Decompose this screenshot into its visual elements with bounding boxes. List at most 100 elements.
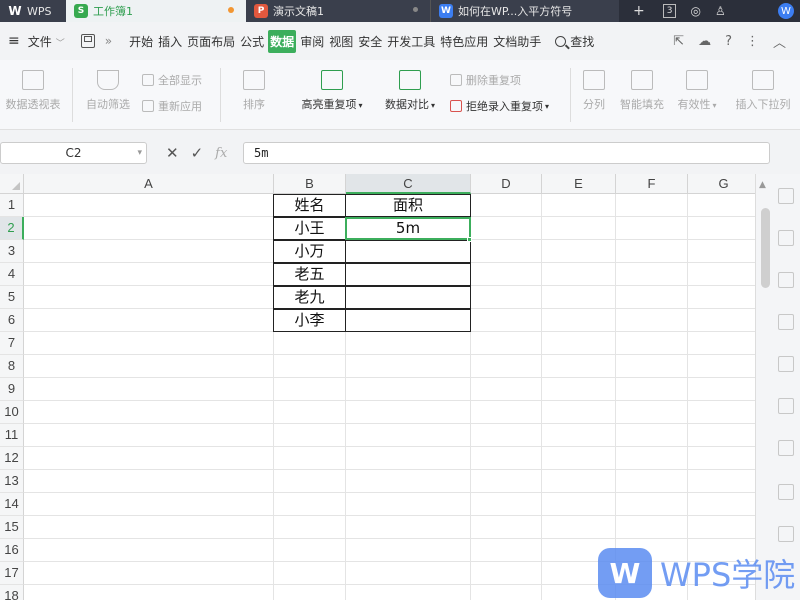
tab-features[interactable]: 特色应用 — [439, 30, 489, 53]
skin-icon[interactable]: ◎ — [690, 4, 700, 18]
history-icon[interactable] — [778, 440, 794, 456]
confirm-icon[interactable]: ✓ — [191, 144, 204, 162]
help-icon[interactable]: ? — [725, 34, 732, 49]
formula-input[interactable]: 5m — [243, 142, 770, 164]
tab-data[interactable]: 数据 — [268, 30, 296, 53]
table-header-area[interactable]: 面积 — [345, 194, 471, 217]
pivot-table-button[interactable]: 数据透视表 — [2, 70, 64, 112]
shirt-icon[interactable]: ♙ — [715, 4, 726, 18]
row-header[interactable]: 5 — [0, 286, 24, 309]
row-header[interactable]: 13 — [0, 470, 24, 493]
insert-dropdown-button[interactable]: 插入下拉列 — [728, 70, 798, 112]
picture-icon[interactable] — [778, 526, 794, 542]
reject-duplicates-button[interactable]: 拒绝录入重复项▾ — [450, 98, 549, 114]
tab-insert[interactable]: 插入 — [157, 30, 183, 53]
delete-duplicates-button[interactable]: 删除重复项 — [450, 72, 521, 88]
tab-wps[interactable]: W WPS — [0, 0, 66, 22]
name-box[interactable]: C2 ▾ — [0, 142, 147, 164]
menu-hamburger-icon[interactable]: ≡ — [6, 33, 22, 49]
tab-formula[interactable]: 公式 — [239, 30, 265, 53]
search-button[interactable]: 查找 — [555, 33, 594, 50]
collapse-ribbon-icon[interactable]: ︿ — [773, 32, 786, 51]
split-column-button[interactable]: 分列 — [576, 70, 612, 112]
table-cell-name[interactable]: 老九 — [273, 286, 346, 309]
tab-home[interactable]: 开始 — [128, 30, 154, 53]
tab-view[interactable]: 视图 — [328, 30, 354, 53]
autofilter-button[interactable]: 自动筛选 — [80, 70, 136, 112]
table-cell-name[interactable]: 小李 — [273, 309, 346, 332]
tab-review[interactable]: 审阅 — [299, 30, 325, 53]
row-header[interactable]: 18 — [0, 585, 24, 600]
avatar[interactable]: W — [778, 3, 794, 19]
tab-document[interactable]: W 如何在WP...入平方符号 — [431, 0, 619, 22]
table-cell-area[interactable] — [345, 286, 471, 309]
table-cell-name[interactable]: 小万 — [273, 240, 346, 263]
tab-developer[interactable]: 开发工具 — [386, 30, 436, 53]
row-header[interactable]: 2 — [0, 217, 24, 240]
save-icon[interactable] — [81, 34, 95, 48]
data-compare-button[interactable]: 数据对比▾ — [378, 70, 442, 112]
spreadsheet-grid[interactable]: A B C D E F G 1 2 3 4 5 6 7 8 9 10 11 12… — [0, 174, 755, 600]
row-header[interactable]: 9 — [0, 378, 24, 401]
cloud-icon[interactable]: ☁ — [698, 34, 711, 49]
highlight-duplicates-button[interactable]: 高亮重复项▾ — [296, 70, 368, 112]
tab-workbook[interactable]: S 工作簿1 — [66, 0, 246, 22]
table-cell-area[interactable] — [345, 309, 471, 332]
row-header[interactable]: 10 — [0, 401, 24, 424]
style-icon[interactable] — [778, 230, 794, 246]
menu-file[interactable]: 文件﹀ — [26, 33, 67, 50]
row-header[interactable]: 16 — [0, 539, 24, 562]
tools-icon[interactable] — [778, 398, 794, 414]
row-header[interactable]: 8 — [0, 355, 24, 378]
insert-function-icon[interactable]: fx — [215, 146, 227, 161]
column-header-c[interactable]: C — [346, 174, 471, 194]
column-header-e[interactable]: E — [542, 174, 616, 194]
show-all-button[interactable]: 全部显示 — [142, 72, 202, 88]
more-options-icon[interactable]: ⋮ — [746, 34, 759, 49]
reapply-button[interactable]: 重新应用 — [142, 98, 202, 114]
tab-doc-assistant[interactable]: 文档助手 — [492, 30, 542, 53]
vertical-scrollbar[interactable] — [761, 208, 770, 288]
row-header[interactable]: 1 — [0, 194, 24, 217]
share-icon[interactable]: ⇱ — [673, 34, 684, 49]
row-header[interactable]: 15 — [0, 516, 24, 539]
row-header[interactable]: 3 — [0, 240, 24, 263]
row-header[interactable]: 4 — [0, 263, 24, 286]
smart-fill-button[interactable]: 智能填充 — [614, 70, 670, 112]
select-all-corner[interactable] — [0, 174, 24, 194]
row-header[interactable]: 17 — [0, 562, 24, 585]
cancel-icon[interactable]: ✕ — [166, 144, 179, 162]
tab-presentation[interactable]: P 演示文稿1 — [246, 0, 430, 22]
share-panel-icon[interactable] — [778, 356, 794, 372]
active-cell-c2[interactable]: 5m — [345, 217, 471, 240]
column-header-f[interactable]: F — [616, 174, 688, 194]
row-header[interactable]: 12 — [0, 447, 24, 470]
scroll-up-icon[interactable]: ▲ — [759, 180, 766, 190]
new-tab-icon[interactable]: + — [633, 3, 645, 19]
fill-handle[interactable] — [467, 237, 472, 242]
sort-button[interactable]: 排序 — [226, 70, 282, 112]
column-header-d[interactable]: D — [471, 174, 542, 194]
archive-icon[interactable] — [778, 484, 794, 500]
row-header[interactable]: 7 — [0, 332, 24, 355]
tab-security[interactable]: 安全 — [357, 30, 383, 53]
row-header[interactable]: 14 — [0, 493, 24, 516]
column-header-a[interactable]: A — [24, 174, 274, 194]
validity-button[interactable]: 有效性▾ — [672, 70, 722, 112]
select-tool-icon[interactable] — [778, 188, 794, 204]
table-cell-name[interactable]: 小王 — [273, 217, 346, 240]
column-header-g[interactable]: G — [688, 174, 755, 194]
table-header-name[interactable]: 姓名 — [273, 194, 346, 217]
row-header[interactable]: 11 — [0, 424, 24, 447]
table-cell-name[interactable]: 老五 — [273, 263, 346, 286]
tab-count-badge[interactable]: 3 — [663, 4, 677, 18]
more-icon[interactable]: » — [105, 34, 112, 48]
chevron-down-icon: ▾ — [137, 148, 142, 158]
row-header[interactable]: 6 — [0, 309, 24, 332]
table-cell-area[interactable] — [345, 263, 471, 286]
column-header-b[interactable]: B — [274, 174, 346, 194]
backup-icon[interactable] — [778, 314, 794, 330]
table-cell-area[interactable] — [345, 240, 471, 263]
property-icon[interactable] — [778, 272, 794, 288]
tab-page-layout[interactable]: 页面布局 — [186, 30, 236, 53]
